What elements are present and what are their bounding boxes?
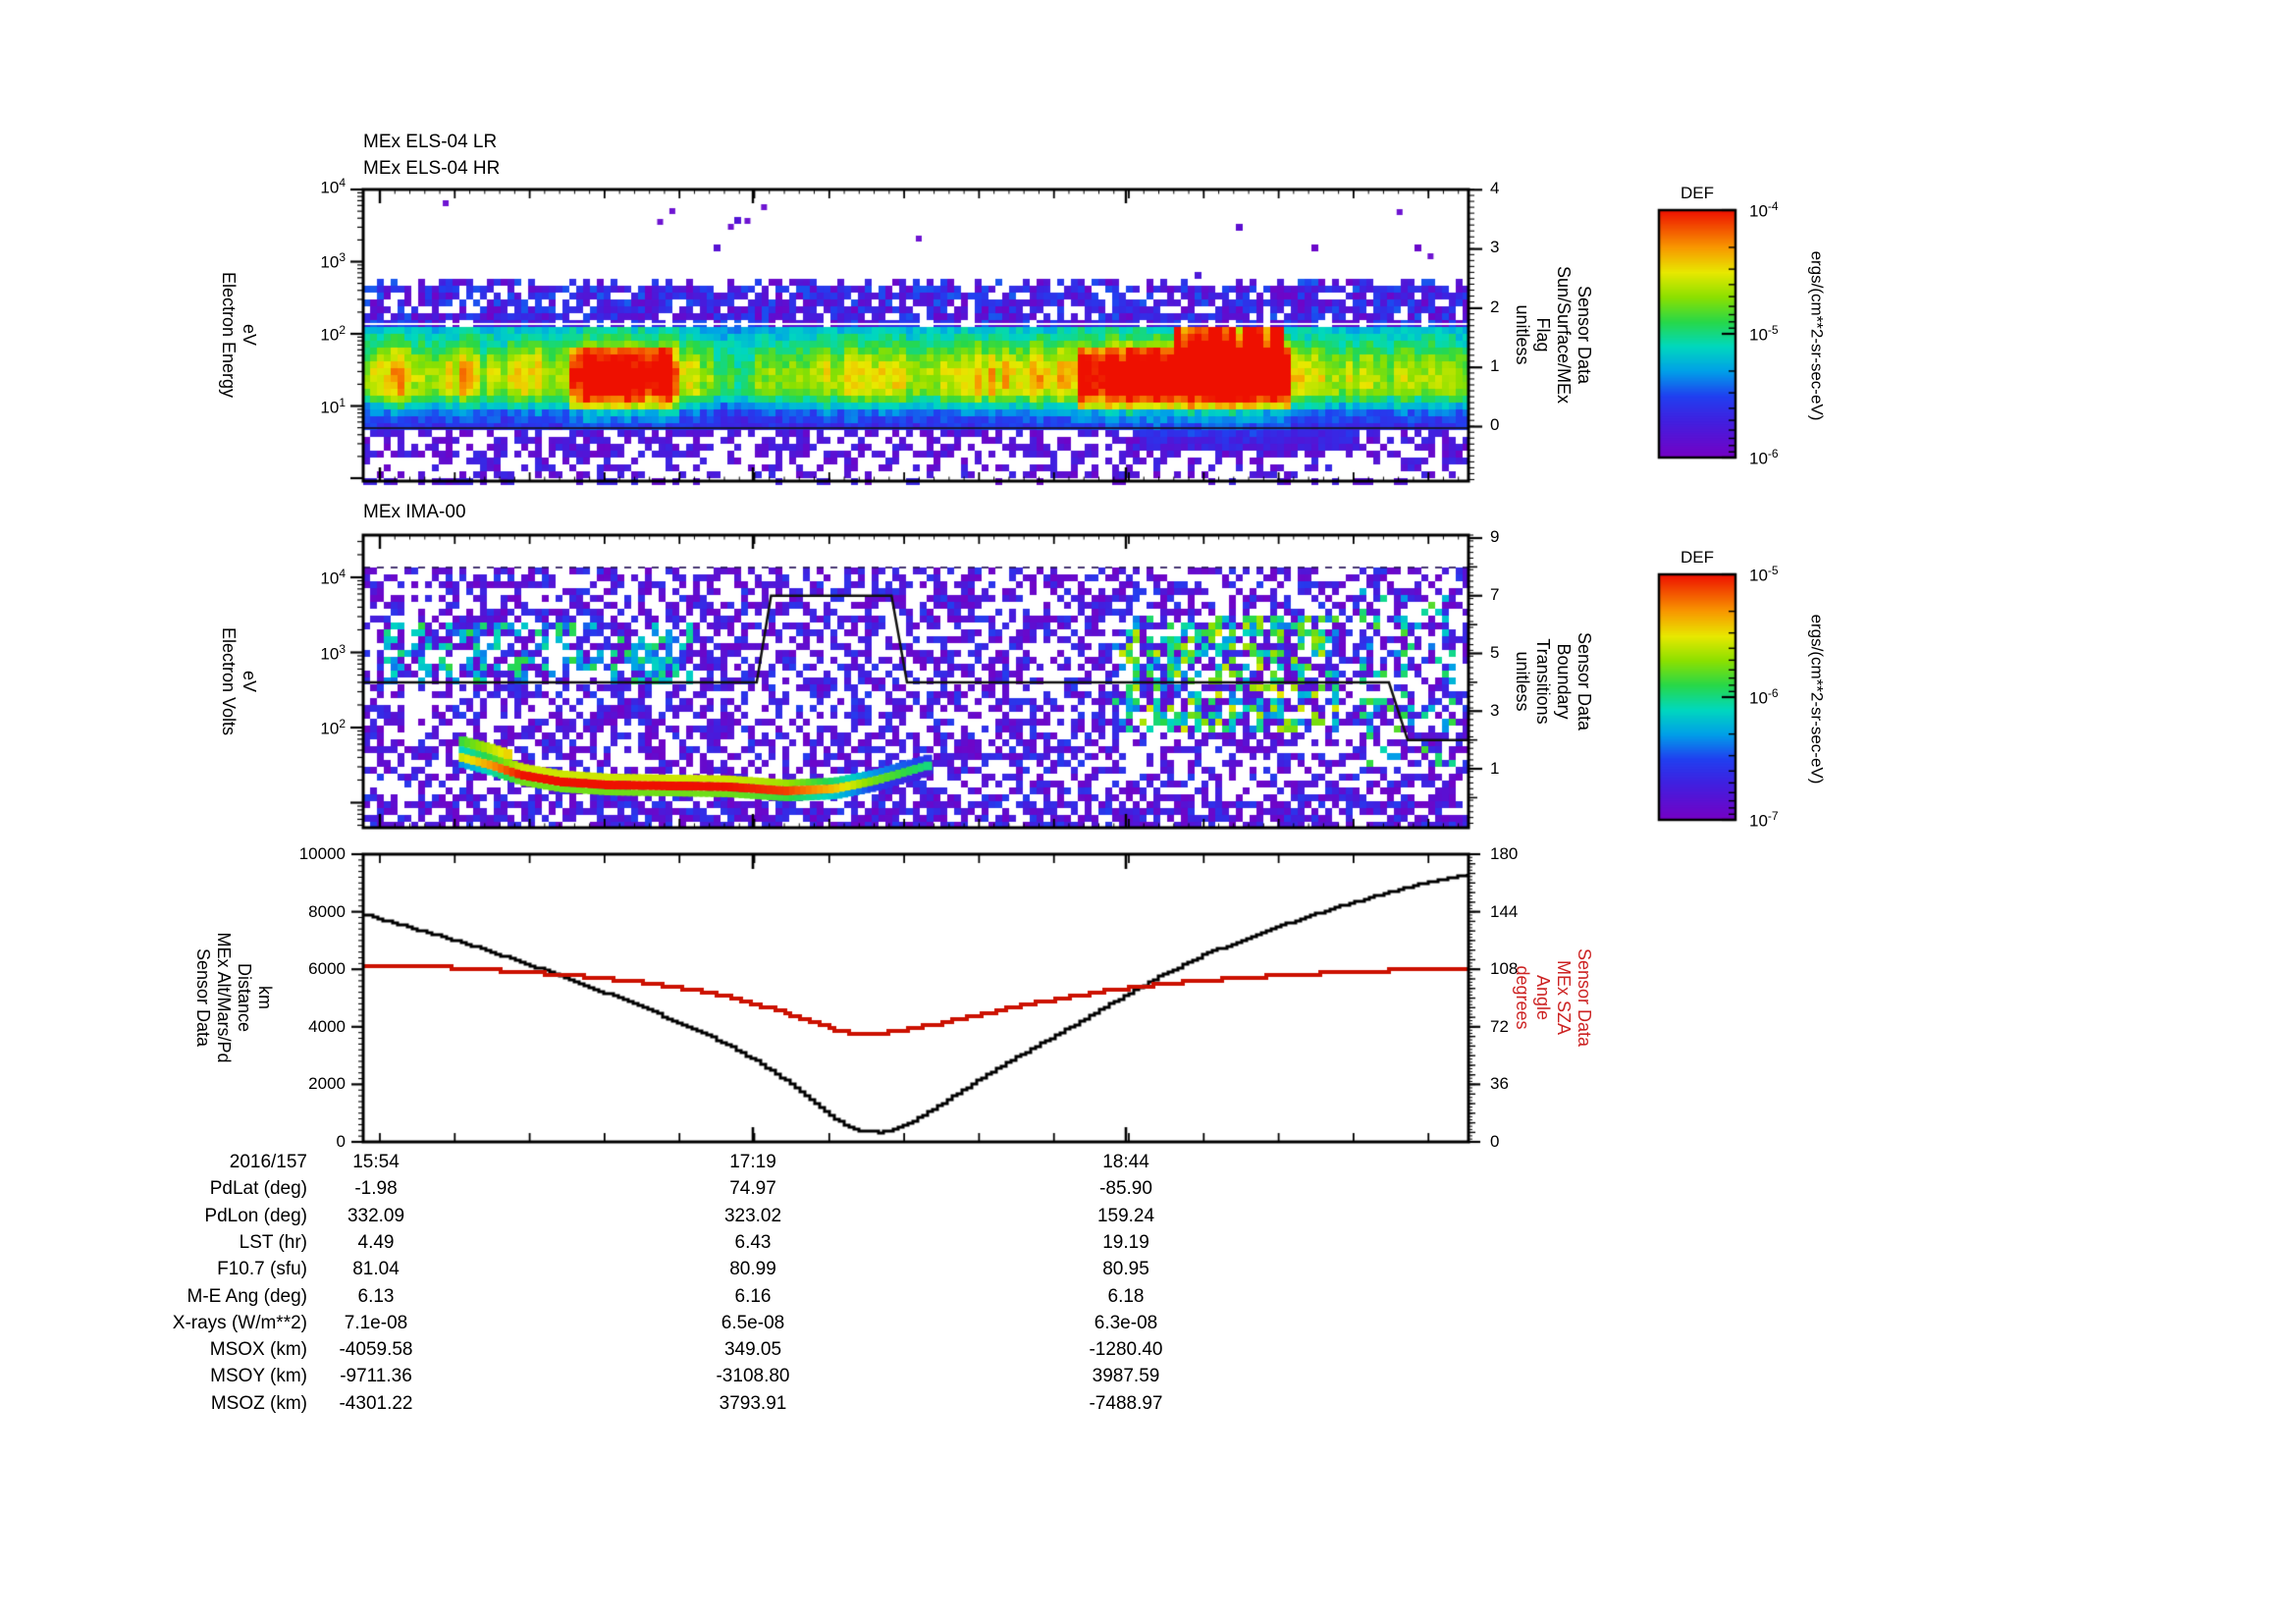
- ima-colorbar-title: DEF: [1681, 548, 1714, 567]
- els-colorbar-tick-label: 10-6: [1749, 447, 1779, 468]
- ima-title: MEx IMA-00: [363, 502, 466, 522]
- ima-ytick-label: 102: [320, 717, 346, 738]
- alt-left-axis-label-line: Sensor Data: [193, 947, 213, 1048]
- els-right-axis-label-line: Flag: [1533, 317, 1553, 352]
- alt-left-axis-label-line: km: [255, 986, 275, 1009]
- table-cell: 4.49: [357, 1231, 395, 1253]
- els-ytick-label: 103: [320, 250, 346, 272]
- alt-left-axis-label: Sensor Data MEx Alt/Mars/Pd Distance km: [192, 932, 275, 1062]
- els-right-axis-label: Sensor Data Sun/Surface/MEx Flag unitless: [1512, 266, 1594, 404]
- els-title-line2: MEx ELS-04 HR: [363, 158, 501, 179]
- ima-y-axis-label-line: Electron Volts: [219, 626, 239, 736]
- ima-right-tick-label: 5: [1490, 643, 1500, 662]
- table-cell: 15:54: [352, 1152, 400, 1172]
- alt-ytick-label: 4000: [308, 1016, 346, 1036]
- table-cell: 80.95: [1102, 1259, 1149, 1280]
- alt-ytick-label: 0: [336, 1132, 346, 1151]
- table-cell: -4301.22: [339, 1392, 413, 1414]
- ima-right-tick-label: 1: [1490, 759, 1500, 778]
- els-right-axis-label-line: Sun/Surface/MEx: [1554, 265, 1574, 405]
- alt-right-axis-label-line: degrees: [1513, 965, 1532, 1030]
- ima-ytick-label: 104: [320, 567, 346, 588]
- alt-right-tick-label: 144: [1490, 901, 1519, 921]
- table-cell: 18:44: [1102, 1152, 1149, 1172]
- plot-page: MEx ELS-04 LR MEx ELS-04 HR MEx IMA-00 D…: [0, 0, 2296, 1623]
- table-cell: -1.98: [354, 1178, 398, 1200]
- alt-right-tick-label: 0: [1490, 1132, 1500, 1151]
- ima-y-axis-label-line: eV: [240, 670, 259, 693]
- els-y-axis-label-line: Electron Energy: [219, 271, 239, 399]
- table-cell: 6.5e-08: [721, 1312, 785, 1333]
- alt-right-axis-label: Sensor Data MEx SZA Angle degrees: [1512, 948, 1594, 1047]
- ima-right-axis-label-line: Transitions: [1533, 638, 1553, 725]
- ima-colorbar-tick-label: 10-7: [1749, 809, 1779, 831]
- ima-right-axis-label: Sensor Data Boundary Transitions unitless: [1512, 632, 1594, 730]
- table-cell: -85.90: [1099, 1178, 1152, 1200]
- ima-colorbar-tick-label: 10-5: [1749, 564, 1779, 585]
- ima-right-tick-label: 3: [1490, 701, 1500, 720]
- table-cell: 74.97: [729, 1178, 776, 1200]
- ima-right-axis-label-line: Boundary: [1554, 643, 1574, 720]
- els-ytick-label: 102: [320, 323, 346, 345]
- table-cell: 19.19: [1102, 1231, 1149, 1253]
- ima-right-tick-label: 9: [1490, 527, 1500, 546]
- els-ytick-label: 104: [320, 176, 346, 197]
- ima-colorbar-units-label: ergs/(cm**2-sr-sec-eV): [1807, 614, 1827, 784]
- els-y-axis-label-line: eV: [240, 323, 259, 347]
- els-y-axis-label: Electron Energy eV: [218, 272, 259, 398]
- ima-right-tick-label: 7: [1490, 585, 1500, 604]
- els-colorbar-units-label: ergs/(cm**2-sr-sec-eV): [1807, 250, 1827, 421]
- ima-right-axis-label-line: Sensor Data: [1575, 631, 1594, 731]
- alt-right-axis-label-line: Sensor Data: [1575, 947, 1594, 1048]
- table-cell: 332.09: [347, 1205, 405, 1226]
- table-cell: 3793.91: [719, 1392, 787, 1414]
- els-title-line1: MEx ELS-04 LR: [363, 132, 498, 152]
- table-cell: -7488.97: [1089, 1392, 1163, 1414]
- els-right-axis-label-line: unitless: [1513, 304, 1532, 365]
- ima-y-axis-label: Electron Volts eV: [218, 627, 259, 735]
- alt-right-axis-label-line: MEx SZA: [1554, 959, 1574, 1035]
- table-cell: 6.13: [357, 1285, 395, 1307]
- table-cell: 81.04: [352, 1259, 400, 1280]
- table-cell: 6.43: [734, 1231, 772, 1253]
- table-cell: -1280.40: [1089, 1339, 1163, 1361]
- table-cell: 17:19: [729, 1152, 776, 1172]
- ima-ytick-label: 103: [320, 642, 346, 664]
- els-right-tick-label: 1: [1490, 356, 1500, 375]
- alt-ytick-label: 2000: [308, 1074, 346, 1094]
- alt-right-tick-label: 180: [1490, 844, 1519, 863]
- alt-right-axis-label-line: Angle: [1533, 974, 1553, 1021]
- table-cell: 3987.59: [1092, 1366, 1160, 1387]
- els-colorbar-title: DEF: [1681, 184, 1714, 202]
- alt-left-axis-label-line: Distance: [235, 962, 254, 1033]
- table-cell: 6.18: [1107, 1285, 1145, 1307]
- table-cell: -4059.58: [339, 1339, 413, 1361]
- alt-ytick-label: 8000: [308, 901, 346, 921]
- els-right-tick-label: 3: [1490, 238, 1500, 256]
- table-cell: -3108.80: [716, 1366, 790, 1387]
- table-cell: 349.05: [723, 1339, 782, 1361]
- alt-right-tick-label: 72: [1490, 1016, 1509, 1036]
- table-cell: 323.02: [723, 1205, 782, 1226]
- alt-ytick-label: 6000: [308, 959, 346, 979]
- alt-right-tick-label: 36: [1490, 1074, 1509, 1094]
- table-cell: 6.16: [734, 1285, 772, 1307]
- els-right-tick-label: 0: [1490, 415, 1500, 434]
- alt-left-axis-label-line: MEx Alt/Mars/Pd: [214, 932, 234, 1063]
- table-cell: 159.24: [1096, 1205, 1155, 1226]
- table-cell: 7.1e-08: [344, 1312, 408, 1333]
- table-cell: 6.3e-08: [1094, 1312, 1158, 1333]
- els-right-axis-label-line: Sensor Data: [1575, 285, 1594, 385]
- els-right-tick-label: 4: [1490, 179, 1500, 197]
- ima-colorbar-tick-label: 10-6: [1749, 686, 1779, 708]
- els-colorbar-tick-label: 10-5: [1749, 323, 1779, 345]
- table-cell: -9711.36: [340, 1366, 412, 1387]
- alt-ytick-label: 10000: [298, 844, 346, 863]
- els-colorbar-tick-label: 10-4: [1749, 199, 1779, 221]
- ima-right-axis-label-line: unitless: [1513, 651, 1532, 712]
- table-cell: 80.99: [729, 1259, 776, 1280]
- els-ytick-label: 101: [320, 396, 346, 417]
- els-right-tick-label: 2: [1490, 298, 1500, 316]
